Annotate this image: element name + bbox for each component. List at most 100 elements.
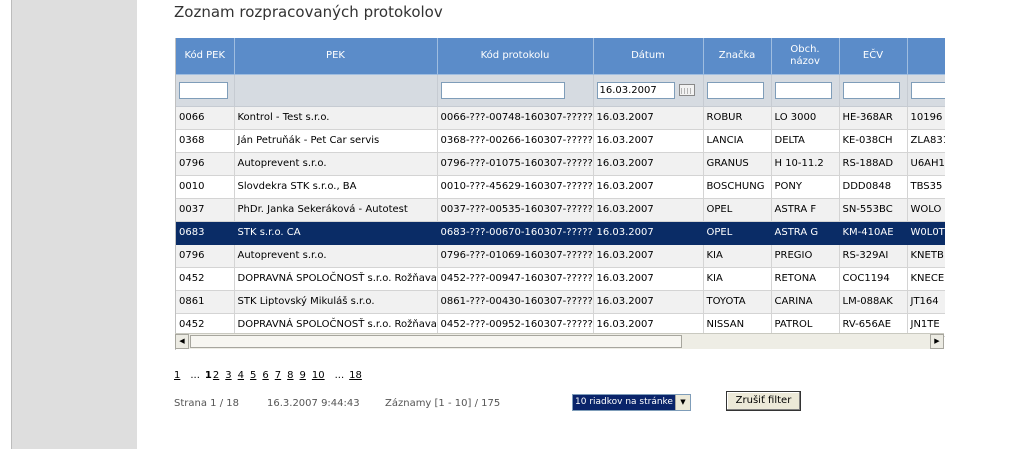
cell-obch-nazov: PREGIO — [771, 244, 840, 268]
cell-znacka: OPEL — [703, 221, 772, 245]
column-header-kod-pek[interactable]: Kód PEK — [176, 38, 235, 75]
cell-znacka: KIA — [703, 244, 772, 268]
cell-datum: 16.03.2007 — [593, 106, 704, 130]
page-link[interactable]: 7 — [275, 370, 281, 381]
scroll-right-arrow-icon[interactable]: ▶ — [930, 334, 944, 349]
filter-obch-nazov-input[interactable] — [774, 81, 832, 99]
rows-per-page-select[interactable]: 10 riadkov na stránke ▼ — [572, 394, 691, 411]
cell-obch-nazov: H 10-11.2 — [771, 152, 840, 176]
page-link[interactable]: 5 — [250, 370, 256, 381]
column-header-obch-nazov[interactable]: Obch. názov — [771, 38, 840, 75]
main-content: Zoznam rozpracovaných protokolov Kód PEK… — [137, 0, 1024, 449]
cell-kod-pek: 0010 — [176, 175, 235, 199]
table-row[interactable]: 0683 STK s.r.o. CA 0683-???-00670-160307-?… — [176, 221, 945, 245]
table-row[interactable]: 0037 PhDr. Janka Sekeráková - Autotest 003… — [176, 198, 945, 222]
horizontal-scrollbar[interactable]: ◀ ▶ — [175, 333, 944, 349]
cell-vin: KNETB — [907, 244, 945, 268]
scrollbar-thumb[interactable] — [190, 335, 682, 348]
page-title: Zoznam rozpracovaných protokolov — [174, 3, 443, 21]
cell-ecv: RS-329AI — [839, 244, 908, 268]
column-header-pek[interactable]: PEK — [234, 38, 438, 75]
cell-datum: 16.03.2007 — [593, 152, 704, 176]
cell-obch-nazov: RETONA — [771, 267, 840, 291]
filter-ecv-input[interactable] — [842, 81, 900, 99]
cell-kod-pek: 0683 — [176, 221, 235, 245]
cell-vin: WOLO — [907, 198, 945, 222]
status-page: Strana 1 / 18 — [174, 398, 239, 409]
page-link[interactable]: 6 — [262, 370, 268, 381]
filter-kod-protokolu-input[interactable] — [440, 81, 565, 99]
header-row: Kód PEK PEK Kód protokolu Dátum Značka O… — [176, 38, 945, 75]
cell-znacka: BOSCHUNG — [703, 175, 772, 199]
cell-pek: Slovdekra STK s.r.o., BA — [234, 175, 438, 199]
cell-datum: 16.03.2007 — [593, 221, 704, 245]
cell-ecv: RS-188AD — [839, 152, 908, 176]
cell-pek: STK Liptovský Mikuláš s.r.o. — [234, 290, 438, 314]
cell-vin: JT164 — [907, 290, 945, 314]
chevron-down-icon[interactable]: ▼ — [675, 395, 690, 410]
page-link[interactable]: 9 — [300, 370, 306, 381]
cell-kod-protokolu: 0861-???-00430-160307-?????? — [437, 290, 594, 314]
protocols-grid: Kód PEK PEK Kód protokolu Dátum Značka O… — [175, 38, 945, 350]
cell-pek: DOPRAVNÁ SPOLOČNOSŤ s.r.o. Rožňava — [234, 267, 438, 291]
cell-kod-protokolu: 0037-???-00535-160307-?????? — [437, 198, 594, 222]
cell-datum: 16.03.2007 — [593, 129, 704, 153]
cell-kod-pek: 0861 — [176, 290, 235, 314]
page-link-first[interactable]: 1 — [174, 370, 180, 381]
table-row[interactable]: 0010 Slovdekra STK s.r.o., BA 0010-???-456… — [176, 175, 945, 199]
column-header-znacka[interactable]: Značka — [703, 38, 772, 75]
cell-kod-protokolu: 0066-???-00748-160307-?????? — [437, 106, 594, 130]
page-link[interactable]: 8 — [287, 370, 293, 381]
filter-row — [176, 74, 945, 107]
cell-vin: KNECE — [907, 267, 945, 291]
protocols-table: Kód PEK PEK Kód protokolu Dátum Značka O… — [176, 38, 945, 337]
cell-pek: Autoprevent s.r.o. — [234, 244, 438, 268]
cell-kod-pek: 0796 — [176, 152, 235, 176]
cell-vin: ZLA831 — [907, 129, 945, 153]
column-header-ecv[interactable]: EČV — [839, 38, 908, 75]
cell-znacka: ROBUR — [703, 106, 772, 130]
cell-ecv: SN-553BC — [839, 198, 908, 222]
page-links: 2 3 4 5 6 7 8 9 10 — [213, 370, 331, 381]
cell-obch-nazov: LO 3000 — [771, 106, 840, 130]
table-row[interactable]: 0066 Kontrol - Test s.r.o. 0066-???-00748-… — [176, 106, 945, 130]
filter-znacka-input[interactable] — [706, 81, 764, 99]
cell-obch-nazov: CARINA — [771, 290, 840, 314]
cell-pek: PhDr. Janka Sekeráková - Autotest — [234, 198, 438, 222]
table-row[interactable]: 0452 DOPRAVNÁ SPOLOČNOSŤ s.r.o. Rožňava 04… — [176, 267, 945, 291]
cell-datum: 16.03.2007 — [593, 290, 704, 314]
page-link[interactable]: 2 — [213, 370, 219, 381]
scroll-left-arrow-icon[interactable]: ◀ — [175, 334, 189, 349]
calendar-icon[interactable] — [678, 84, 695, 96]
cell-ecv: KE-038CH — [839, 129, 908, 153]
pager-ellipsis-end: ... — [334, 370, 345, 381]
column-header-vin[interactable] — [907, 38, 945, 75]
table-row[interactable]: 0861 STK Liptovský Mikuláš s.r.o. 0861-???… — [176, 290, 945, 314]
page-link-last[interactable]: 18 — [349, 370, 362, 381]
cell-kod-protokolu: 0010-???-45629-160307-?????? — [437, 175, 594, 199]
table-row[interactable]: 0796 Autoprevent s.r.o. 0796-???-01069-160… — [176, 244, 945, 268]
filter-vin-input[interactable] — [910, 81, 945, 99]
cell-datum: 16.03.2007 — [593, 198, 704, 222]
cell-datum: 16.03.2007 — [593, 244, 704, 268]
cell-kod-protokolu: 0796-???-01069-160307-?????? — [437, 244, 594, 268]
cell-obch-nazov: ASTRA F — [771, 198, 840, 222]
page-current: 1 — [204, 370, 212, 381]
reset-filter-button[interactable]: Zrušiť filter — [726, 391, 801, 411]
filter-date-group — [596, 81, 700, 99]
cell-vin: U6AH1 — [907, 152, 945, 176]
cell-kod-protokolu: 0683-???-00670-160307-?????? — [437, 221, 594, 245]
column-header-kod-protokolu[interactable]: Kód protokolu — [437, 38, 594, 75]
page-link[interactable]: 3 — [225, 370, 231, 381]
table-row[interactable]: 0368 Ján Petruňák - Pet Car servis 0368-??… — [176, 129, 945, 153]
column-header-datum[interactable]: Dátum — [593, 38, 704, 75]
window-left-edge — [0, 0, 12, 449]
table-row[interactable]: 0796 Autoprevent s.r.o. 0796-???-01075-160… — [176, 152, 945, 176]
filter-date-input[interactable] — [596, 81, 675, 99]
page-link[interactable]: 10 — [312, 370, 325, 381]
cell-obch-nazov: DELTA — [771, 129, 840, 153]
rows-per-page-value: 10 riadkov na stránke — [573, 395, 675, 410]
filter-kod-pek-input[interactable] — [179, 81, 228, 99]
page-link[interactable]: 4 — [238, 370, 244, 381]
status-records: Záznamy [1 - 10] / 175 — [385, 398, 501, 409]
